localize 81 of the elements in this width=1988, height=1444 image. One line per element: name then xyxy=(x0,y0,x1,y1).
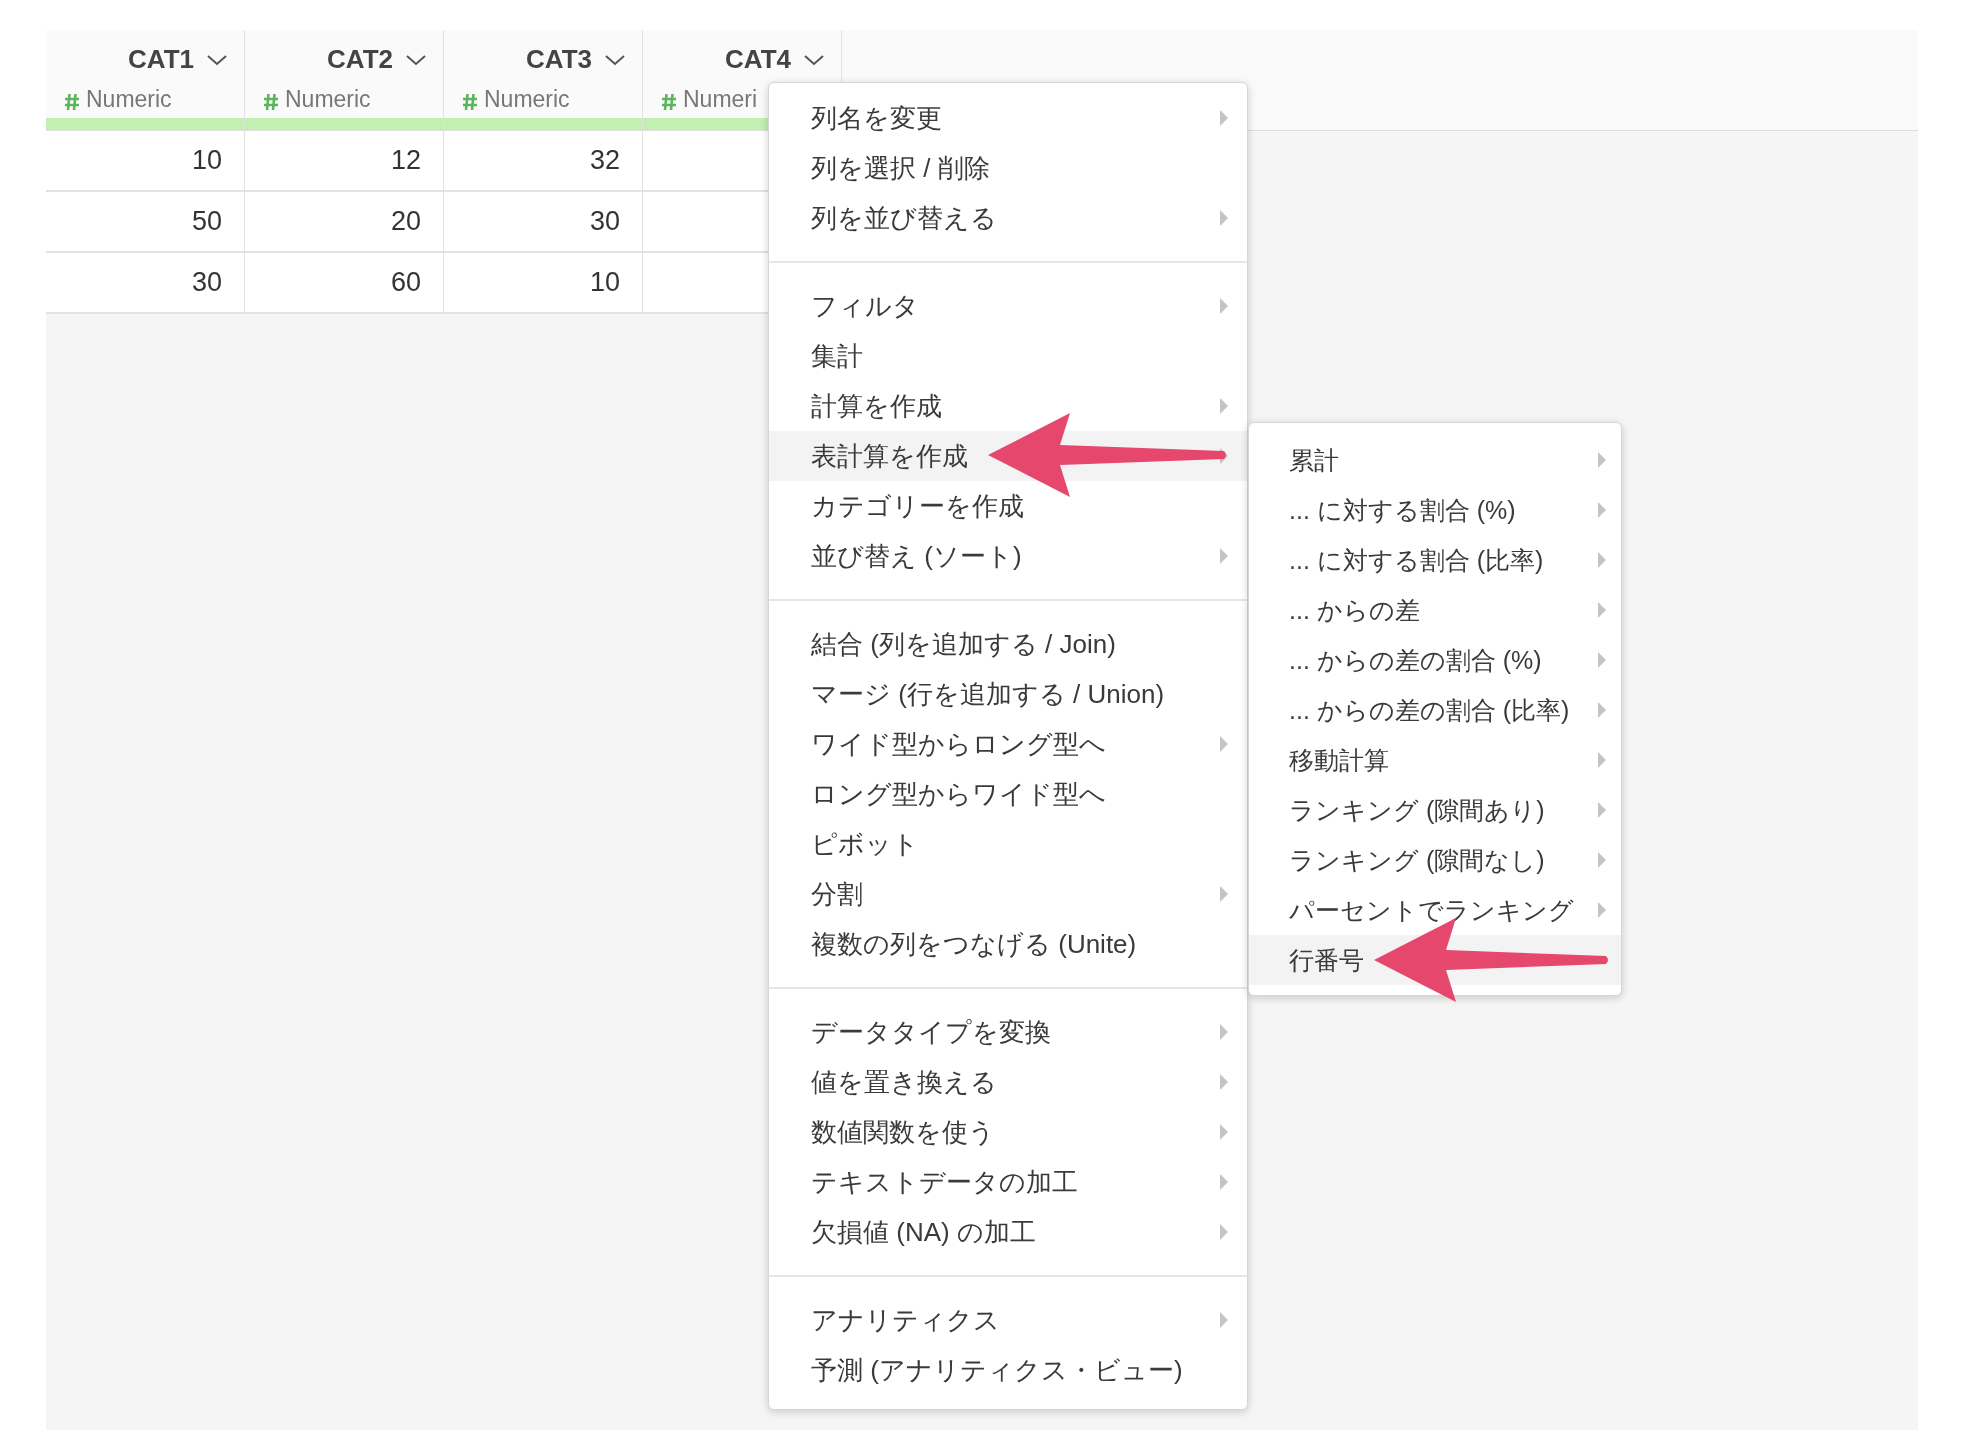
column-header[interactable]: CAT3 Numeric xyxy=(444,30,643,130)
menu-item[interactable]: ... に対する割合 (%) xyxy=(1249,485,1621,535)
submenu-arrow-icon xyxy=(1219,1023,1229,1041)
table-cell: 10 xyxy=(46,131,245,190)
submenu-arrow-icon xyxy=(1219,1311,1229,1329)
menu-item[interactable]: ロング型からワイド型へ xyxy=(769,769,1247,819)
menu-item[interactable]: 列を並び替える xyxy=(769,193,1247,243)
menu-item[interactable]: ランキング (隙間あり) xyxy=(1249,785,1621,835)
column-name: CAT1 xyxy=(128,44,194,75)
menu-item[interactable]: 値を置き換える xyxy=(769,1057,1247,1107)
menu-item[interactable]: 欠損値 (NA) の加工 xyxy=(769,1207,1247,1257)
submenu-arrow-icon xyxy=(1597,501,1607,519)
column-type: Numeri xyxy=(683,86,758,113)
column-name: CAT3 xyxy=(526,44,592,75)
submenu-arrow-icon xyxy=(1219,1223,1229,1241)
menu-item[interactable]: 予測 (アナリティクス・ビュー) xyxy=(769,1345,1247,1395)
menu-item[interactable]: ランキング (隙間なし) xyxy=(1249,835,1621,885)
table-cell: 60 xyxy=(245,253,444,312)
column-name: CAT4 xyxy=(725,44,791,75)
menu-item[interactable]: ... からの差の割合 (比率) xyxy=(1249,685,1621,735)
hash-icon xyxy=(661,92,677,111)
menu-item[interactable]: 累計 xyxy=(1249,435,1621,485)
menu-item[interactable]: マージ (行を追加する / Union) xyxy=(769,669,1247,719)
menu-item[interactable]: 結合 (列を追加する / Join) xyxy=(769,619,1247,669)
chevron-down-icon[interactable] xyxy=(405,52,427,67)
table-cell: 30 xyxy=(444,192,643,251)
menu-item[interactable]: 数値関数を使う xyxy=(769,1107,1247,1157)
menu-item[interactable]: テキストデータの加工 xyxy=(769,1157,1247,1207)
table-cell: 12 xyxy=(245,131,444,190)
menu-item[interactable]: ... からの差 xyxy=(1249,585,1621,635)
table-cell: 30 xyxy=(46,253,245,312)
submenu-arrow-icon xyxy=(1219,885,1229,903)
menu-item[interactable]: ... に対する割合 (比率) xyxy=(1249,535,1621,585)
submenu-arrow-icon xyxy=(1219,209,1229,227)
menu-item[interactable]: フィルタ xyxy=(769,281,1247,331)
hash-icon xyxy=(64,92,80,111)
submenu-arrow-icon xyxy=(1219,1173,1229,1191)
menu-item[interactable]: データタイプを変換 xyxy=(769,1007,1247,1057)
submenu-arrow-icon xyxy=(1219,547,1229,565)
column-type: Numeric xyxy=(484,86,570,113)
menu-item[interactable]: 分割 xyxy=(769,869,1247,919)
submenu-arrow-icon xyxy=(1219,397,1229,415)
menu-item[interactable]: ... からの差の割合 (%) xyxy=(1249,635,1621,685)
column-header[interactable]: CAT2 Numeric xyxy=(245,30,444,130)
submenu-arrow-icon xyxy=(1597,551,1607,569)
menu-item[interactable]: ピボット xyxy=(769,819,1247,869)
chevron-down-icon[interactable] xyxy=(803,52,825,67)
chevron-down-icon[interactable] xyxy=(206,52,228,67)
submenu-arrow-icon xyxy=(1219,1123,1229,1141)
table-cell: 10 xyxy=(444,253,643,312)
hash-icon xyxy=(462,92,478,111)
submenu-arrow-icon xyxy=(1219,109,1229,127)
menu-item[interactable]: 移動計算 xyxy=(1249,735,1621,785)
menu-item[interactable]: 計算を作成 xyxy=(769,381,1247,431)
menu-item[interactable]: ワイド型からロング型へ xyxy=(769,719,1247,769)
column-name: CAT2 xyxy=(327,44,393,75)
submenu-arrow-icon xyxy=(1219,297,1229,315)
submenu-arrow-icon xyxy=(1219,735,1229,753)
column-header[interactable]: CAT1 Numeric xyxy=(46,30,245,130)
submenu-arrow-icon xyxy=(1597,701,1607,719)
menu-item[interactable]: カテゴリーを作成 xyxy=(769,481,1247,531)
column-type: Numeric xyxy=(285,86,371,113)
submenu-arrow-icon xyxy=(1597,601,1607,619)
menu-item[interactable]: 並び替え (ソート) xyxy=(769,531,1247,581)
submenu-arrow-icon xyxy=(1597,751,1607,769)
menu-item[interactable]: アナリティクス xyxy=(769,1295,1247,1345)
table-cell: 50 xyxy=(46,192,245,251)
menu-item[interactable]: 列を選択 / 削除 xyxy=(769,143,1247,193)
table-cell: 20 xyxy=(245,192,444,251)
table-cell: 32 xyxy=(444,131,643,190)
submenu-arrow-icon xyxy=(1597,651,1607,669)
submenu-arrow-icon xyxy=(1597,851,1607,869)
column-type: Numeric xyxy=(86,86,172,113)
chevron-down-icon[interactable] xyxy=(604,52,626,67)
submenu-arrow-icon xyxy=(1597,451,1607,469)
submenu-arrow-icon xyxy=(1597,801,1607,819)
submenu-arrow-icon xyxy=(1219,1073,1229,1091)
submenu-arrow-icon xyxy=(1597,901,1607,919)
menu-item[interactable]: 集計 xyxy=(769,331,1247,381)
hash-icon xyxy=(263,92,279,111)
menu-item[interactable]: 複数の列をつなげる (Unite) xyxy=(769,919,1247,969)
